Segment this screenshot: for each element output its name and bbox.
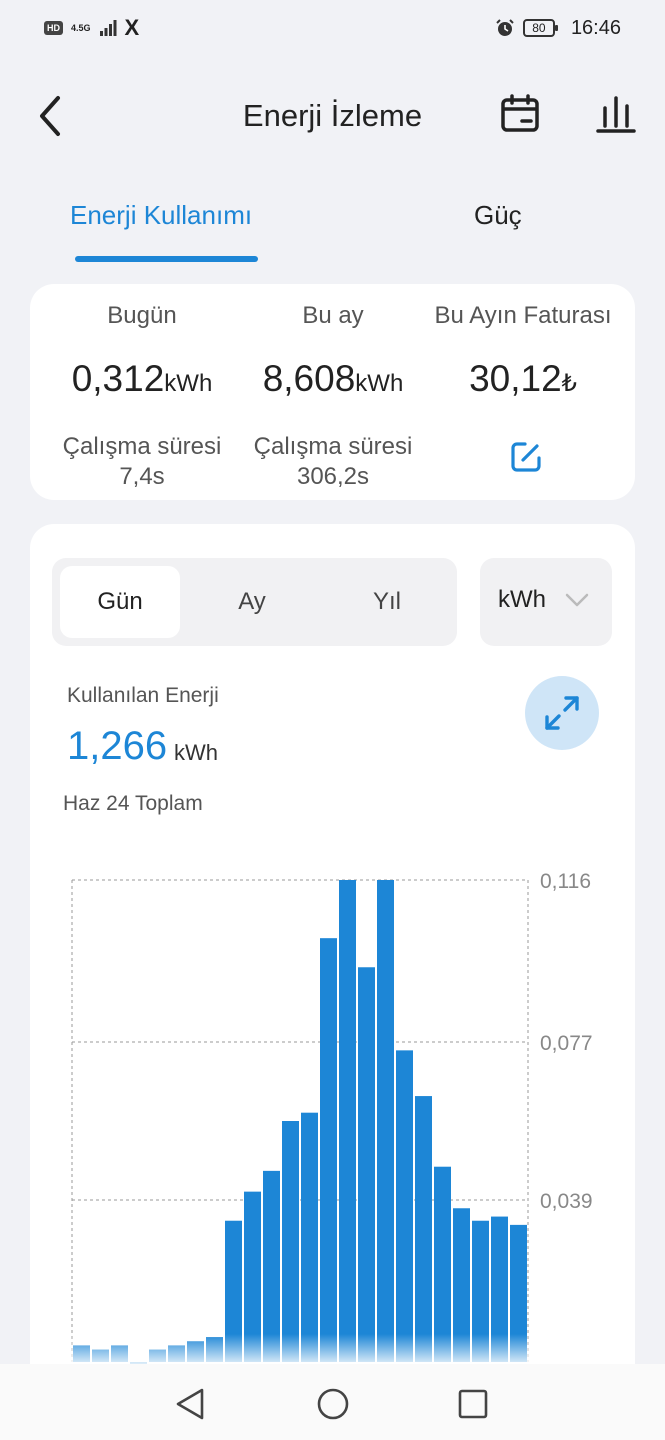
month-label: Bu ay <box>302 302 364 329</box>
battery-level: 80 <box>532 21 546 35</box>
clock: 16:46 <box>570 16 621 39</box>
chart-bar-hour-12[interactable] <box>301 1112 318 1362</box>
chart-bar-hour-19[interactable] <box>434 1166 451 1362</box>
period-selector: Gün Ay Yıl <box>52 558 457 646</box>
energy-chart-card: Gün Ay Yıl kWh Kullanılan Enerji 1,266 k… <box>30 524 635 1440</box>
battery-icon: 80 <box>522 19 558 37</box>
period-year-option[interactable]: Yıl <box>327 566 447 638</box>
calendar-icon <box>501 94 539 132</box>
period-day-option[interactable]: Gün <box>60 566 180 638</box>
unit-dropdown[interactable]: kWh <box>480 558 612 646</box>
system-nav-bar <box>0 1364 665 1440</box>
nav-home-button[interactable] <box>313 1384 353 1424</box>
triangle-back-icon <box>176 1388 204 1420</box>
chart-bar-hour-14[interactable] <box>339 880 356 1362</box>
tab-power[interactable]: Güç <box>474 200 522 231</box>
y-tick-label: 0,116 <box>540 870 591 893</box>
month-runtime: Çalışma süresi 306,2s <box>233 432 433 492</box>
y-tick-label: 0,039 <box>540 1190 593 1213</box>
chevron-down-icon <box>565 593 589 607</box>
bar-stats-icon <box>596 96 636 133</box>
hd-badge: HD <box>44 21 63 35</box>
edit-bill-button[interactable] <box>509 440 543 474</box>
expand-icon <box>545 696 579 730</box>
today-unit: kWh <box>164 370 213 397</box>
y-tick-label: 0,077 <box>540 1032 593 1055</box>
chart-bar-hour-11[interactable] <box>282 1121 299 1362</box>
alarm-icon <box>496 19 514 36</box>
nav-recent-button[interactable] <box>453 1384 493 1424</box>
status-bar: HD 4.5G X 80 16:46 <box>0 0 665 56</box>
bill-number: 30,12 <box>469 358 562 399</box>
bill-value: 30,12₺ <box>423 358 623 400</box>
today-runtime: Çalışma süresi 7,4s <box>42 432 242 492</box>
summary-card: Bugün 0,312kWh Çalışma süresi 7,4s Bu ay… <box>30 284 635 500</box>
bill-label: Bu Ayın Faturası <box>434 302 612 329</box>
square-recent-icon <box>458 1389 488 1419</box>
app-header: Enerji İzleme <box>0 80 665 152</box>
tab-bar: Enerji Kullanımı Güç <box>0 190 665 270</box>
energy-date-label: Haz 24 Toplam <box>63 792 203 815</box>
chart-bar-hour-13[interactable] <box>320 938 337 1362</box>
month-runtime-value: 306,2s <box>296 463 370 490</box>
x-app-icon: X <box>124 15 140 40</box>
signal-icon <box>99 20 117 36</box>
chart-bar-hour-16[interactable] <box>377 880 394 1362</box>
statistics-button[interactable] <box>596 94 644 138</box>
bill-currency: ₺ <box>561 370 577 397</box>
network-type: 4.5G <box>71 22 91 33</box>
expand-chart-button[interactable] <box>525 676 599 750</box>
energy-bar-chart: 0,116 0,077 0,039 <box>30 870 635 1364</box>
tab-energy-usage[interactable]: Enerji Kullanımı <box>70 200 252 231</box>
chart-bar-hour-17[interactable] <box>396 1050 413 1362</box>
active-tab-indicator <box>75 256 258 262</box>
month-unit: kWh <box>355 370 404 397</box>
nav-back-button[interactable] <box>170 1384 210 1424</box>
chart-bar-hour-15[interactable] <box>358 967 375 1362</box>
month-value: 8,608kWh <box>233 358 433 400</box>
energy-used-value: 1,266 <box>67 724 168 768</box>
month-number: 8,608 <box>262 358 356 399</box>
page-title: Enerji İzleme <box>242 98 423 133</box>
chart-bar-hour-10[interactable] <box>263 1170 280 1362</box>
period-month-option[interactable]: Ay <box>192 566 312 638</box>
today-label: Bugün <box>107 302 177 329</box>
status-left: HD 4.5G X <box>44 15 139 41</box>
today-runtime-value: 7,4s <box>119 463 165 490</box>
today-runtime-label: Çalışma süresi <box>62 433 222 460</box>
unit-selected-value: kWh <box>498 586 546 613</box>
circle-home-icon <box>317 1388 349 1420</box>
today-value: 0,312kWh <box>42 358 242 400</box>
today-number: 0,312 <box>71 358 165 399</box>
energy-used-unit: kWh <box>174 740 218 765</box>
edit-icon <box>511 442 541 472</box>
month-runtime-label: Çalışma süresi <box>253 433 413 460</box>
chart-bar-hour-18[interactable] <box>415 1096 432 1362</box>
energy-used-label: Kullanılan Enerji <box>67 684 219 707</box>
status-right: 80 16:46 <box>495 17 621 40</box>
calendar-button[interactable] <box>500 94 548 138</box>
